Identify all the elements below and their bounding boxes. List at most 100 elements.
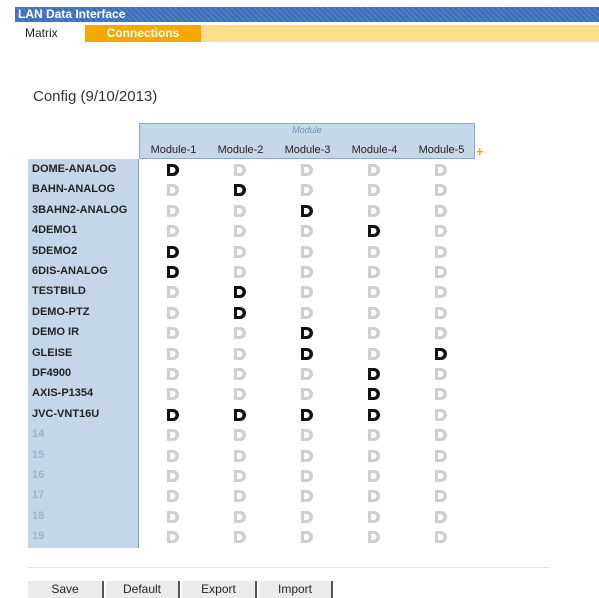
matrix-cell[interactable] — [367, 368, 381, 380]
matrix-cell[interactable] — [434, 327, 448, 340]
matrix-cell[interactable] — [233, 408, 247, 421]
matrix-cell[interactable] — [300, 245, 314, 258]
matrix-cell[interactable] — [434, 449, 448, 462]
matrix-cell[interactable] — [367, 510, 381, 523]
matrix-cell[interactable] — [233, 388, 247, 401]
tab-connections[interactable]: Connections — [85, 25, 201, 42]
matrix-cell[interactable] — [300, 286, 314, 299]
matrix-cell[interactable] — [166, 429, 180, 442]
matrix-cell[interactable] — [233, 368, 247, 380]
matrix-cell[interactable] — [434, 245, 448, 258]
matrix-cell[interactable] — [300, 368, 314, 380]
matrix-cell[interactable] — [166, 490, 180, 503]
matrix-cell[interactable] — [434, 531, 448, 544]
matrix-cell[interactable] — [367, 347, 381, 360]
matrix-cell[interactable] — [300, 470, 314, 482]
matrix-cell[interactable] — [166, 449, 180, 462]
matrix-cell[interactable] — [434, 204, 448, 217]
matrix-cell[interactable] — [166, 327, 180, 340]
matrix-cell[interactable] — [233, 204, 247, 217]
matrix-cell[interactable] — [300, 164, 314, 176]
matrix-cell[interactable] — [367, 204, 381, 217]
matrix-cell[interactable] — [434, 470, 448, 482]
matrix-cell[interactable] — [233, 490, 247, 503]
matrix-cell[interactable] — [233, 531, 247, 544]
matrix-cell[interactable] — [434, 429, 448, 442]
matrix-cell[interactable] — [233, 470, 247, 482]
matrix-cell[interactable] — [367, 531, 381, 544]
matrix-cell[interactable] — [233, 327, 247, 340]
matrix-cell[interactable] — [367, 449, 381, 462]
matrix-cell[interactable] — [166, 510, 180, 523]
matrix-cell[interactable] — [434, 510, 448, 523]
matrix-cell[interactable] — [300, 184, 314, 197]
matrix-cell[interactable] — [166, 408, 180, 421]
add-column-button[interactable]: + — [476, 145, 484, 158]
matrix-cell[interactable] — [300, 347, 314, 360]
matrix-cell[interactable] — [300, 490, 314, 503]
matrix-cell[interactable] — [166, 388, 180, 401]
matrix-cell[interactable] — [166, 286, 180, 299]
matrix-cell[interactable] — [367, 490, 381, 503]
matrix-cell[interactable] — [434, 164, 448, 176]
matrix-cell[interactable] — [233, 347, 247, 360]
matrix-cell[interactable] — [166, 164, 180, 176]
matrix-cell[interactable] — [300, 306, 314, 319]
matrix-cell[interactable] — [367, 286, 381, 299]
matrix-cell[interactable] — [367, 184, 381, 197]
matrix-cell[interactable] — [166, 347, 180, 360]
matrix-cell[interactable] — [300, 449, 314, 462]
matrix-cell[interactable] — [233, 184, 247, 197]
matrix-cell[interactable] — [434, 368, 448, 380]
matrix-cell[interactable] — [434, 490, 448, 503]
matrix-cell[interactable] — [300, 429, 314, 442]
matrix-cell[interactable] — [166, 368, 180, 380]
matrix-cell[interactable] — [233, 266, 247, 278]
matrix-cell[interactable] — [166, 245, 180, 258]
matrix-cell[interactable] — [233, 245, 247, 258]
matrix-cell[interactable] — [300, 225, 314, 238]
save-button[interactable]: Save — [28, 581, 104, 598]
matrix-cell[interactable] — [367, 408, 381, 421]
matrix-cell[interactable] — [300, 327, 314, 340]
matrix-cell[interactable] — [300, 204, 314, 217]
matrix-cell[interactable] — [166, 470, 180, 482]
matrix-cell[interactable] — [233, 449, 247, 462]
matrix-cell[interactable] — [434, 347, 448, 360]
matrix-cell[interactable] — [300, 266, 314, 278]
matrix-cell[interactable] — [166, 266, 180, 278]
matrix-cell[interactable] — [367, 164, 381, 176]
matrix-cell[interactable] — [233, 286, 247, 299]
matrix-cell[interactable] — [434, 286, 448, 299]
matrix-cell[interactable] — [300, 531, 314, 544]
matrix-cell[interactable] — [166, 225, 180, 238]
matrix-cell[interactable] — [367, 225, 381, 238]
export-button[interactable]: Export — [182, 581, 257, 598]
matrix-cell[interactable] — [233, 225, 247, 238]
matrix-cell[interactable] — [300, 408, 314, 421]
matrix-cell[interactable] — [166, 531, 180, 544]
matrix-cell[interactable] — [300, 388, 314, 401]
matrix-cell[interactable] — [166, 204, 180, 217]
matrix-cell[interactable] — [233, 164, 247, 176]
default-button[interactable]: Default — [106, 581, 180, 598]
matrix-cell[interactable] — [300, 510, 314, 523]
matrix-cell[interactable] — [367, 429, 381, 442]
matrix-cell[interactable] — [434, 306, 448, 319]
matrix-cell[interactable] — [367, 470, 381, 482]
matrix-cell[interactable] — [434, 184, 448, 197]
matrix-cell[interactable] — [166, 306, 180, 319]
matrix-cell[interactable] — [367, 266, 381, 278]
matrix-cell[interactable] — [166, 184, 180, 197]
matrix-cell[interactable] — [367, 327, 381, 340]
matrix-cell[interactable] — [434, 225, 448, 238]
matrix-cell[interactable] — [233, 429, 247, 442]
matrix-cell[interactable] — [367, 245, 381, 258]
tab-matrix[interactable]: Matrix — [15, 25, 85, 42]
matrix-cell[interactable] — [367, 306, 381, 319]
matrix-cell[interactable] — [434, 266, 448, 278]
matrix-cell[interactable] — [233, 306, 247, 319]
import-button[interactable]: Import — [259, 581, 333, 598]
matrix-cell[interactable] — [367, 388, 381, 401]
matrix-cell[interactable] — [233, 510, 247, 523]
